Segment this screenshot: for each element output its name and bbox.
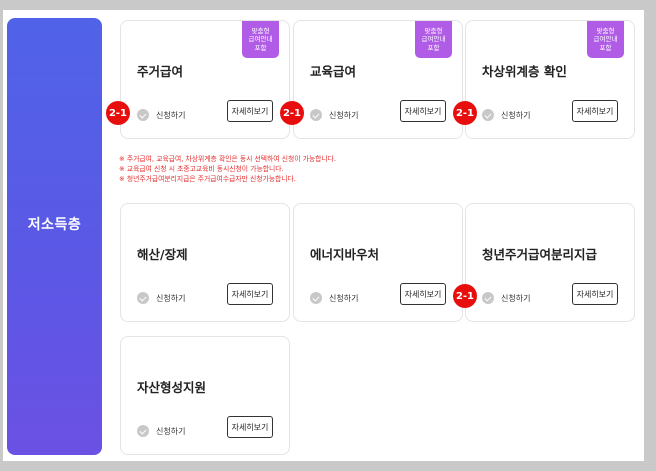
card-title: 교육급여	[310, 64, 357, 79]
apply-label: 신청하기	[329, 110, 359, 120]
check-circle-icon	[310, 109, 322, 121]
category-sidebar: 저소득층	[7, 18, 102, 455]
screen-background: 저소득층 맞춤형 급여안내 포함 주거급여 신청하기 자세히보기 맞춤형 급여안…	[0, 0, 656, 471]
step-marker: 2-1	[453, 101, 477, 125]
custom-benefit-badge: 맞춤형 급여안내 포함	[242, 21, 279, 58]
step-marker: 2-1	[106, 101, 130, 125]
card-title: 청년주거급여분리지급	[482, 247, 598, 262]
notice-text: ※ 주거급여, 교육급여, 차상위계층 확인은 동시 선택하여 신청이 가능합니…	[119, 155, 337, 183]
detail-button[interactable]: 자세히보기	[227, 283, 273, 305]
card-title: 자산형성지원	[137, 380, 207, 395]
apply-checkbox[interactable]: 신청하기	[137, 423, 185, 439]
service-card-asset-building: 자산형성지원 신청하기 자세히보기	[120, 336, 290, 455]
apply-label: 신청하기	[501, 110, 531, 120]
check-circle-icon	[482, 109, 494, 121]
card-title: 해산/장제	[137, 247, 188, 262]
custom-benefit-badge: 맞춤형 급여안내 포함	[415, 21, 452, 58]
service-card-youth-housing: 청년주거급여분리지급 신청하기 자세히보기	[465, 203, 635, 322]
detail-button[interactable]: 자세히보기	[400, 100, 446, 122]
card-title: 에너지바우처	[310, 247, 380, 262]
detail-button[interactable]: 자세히보기	[227, 416, 273, 438]
check-circle-icon	[137, 292, 149, 304]
apply-label: 신청하기	[156, 293, 186, 303]
apply-label: 신청하기	[501, 293, 531, 303]
detail-button[interactable]: 자세히보기	[572, 100, 618, 122]
service-card-childbirth-funeral: 해산/장제 신청하기 자세히보기	[120, 203, 290, 322]
card-title: 주거급여	[137, 64, 184, 79]
custom-benefit-badge: 맞춤형 급여안내 포함	[587, 21, 624, 58]
apply-checkbox[interactable]: 신청하기	[137, 290, 185, 306]
card-title: 차상위계층 확인	[482, 64, 567, 79]
detail-button[interactable]: 자세히보기	[400, 283, 446, 305]
check-circle-icon	[310, 292, 322, 304]
check-circle-icon	[482, 292, 494, 304]
apply-checkbox[interactable]: 신청하기	[137, 107, 185, 123]
service-card-education: 맞춤형 급여안내 포함 교육급여 신청하기 자세히보기	[293, 20, 463, 139]
apply-checkbox[interactable]: 신청하기	[310, 107, 358, 123]
check-circle-icon	[137, 425, 149, 437]
service-card-housing: 맞춤형 급여안내 포함 주거급여 신청하기 자세히보기	[120, 20, 290, 139]
apply-label: 신청하기	[156, 110, 186, 120]
apply-checkbox[interactable]: 신청하기	[310, 290, 358, 306]
step-marker: 2-1	[280, 101, 304, 125]
detail-button[interactable]: 자세히보기	[227, 100, 273, 122]
service-card-near-poverty: 맞춤형 급여안내 포함 차상위계층 확인 신청하기 자세히보기	[465, 20, 635, 139]
apply-checkbox[interactable]: 신청하기	[482, 107, 530, 123]
apply-label: 신청하기	[156, 426, 186, 436]
check-circle-icon	[137, 109, 149, 121]
service-card-energy-voucher: 에너지바우처 신청하기 자세히보기	[293, 203, 463, 322]
detail-button[interactable]: 자세히보기	[572, 283, 618, 305]
apply-label: 신청하기	[329, 293, 359, 303]
apply-checkbox[interactable]: 신청하기	[482, 290, 530, 306]
step-marker: 2-1	[453, 284, 477, 308]
category-label: 저소득층	[27, 216, 82, 233]
